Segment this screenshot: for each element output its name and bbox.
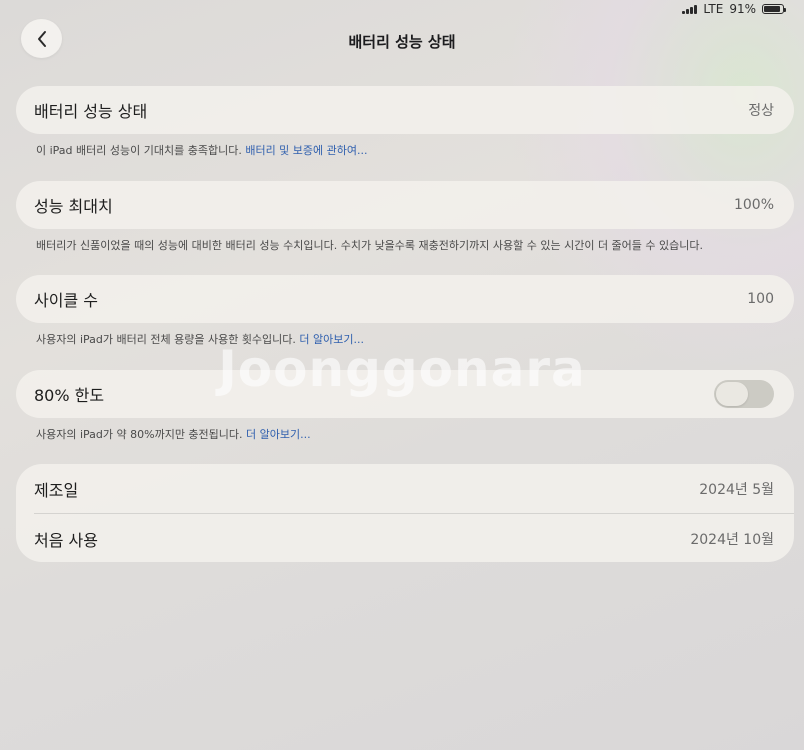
dates-group: 제조일 2024년 5월 처음 사용 2024년 10월 [16,464,794,562]
first-use-label: 처음 사용 [34,530,98,550]
cycle-count-row: 사이클 수 100 [16,275,794,323]
max-capacity-label: 성능 최대치 [34,197,113,216]
max-capacity-footnote: 배터리가 신품이었을 때의 성능에 대비한 배터리 성능 수치입니다. 수치가 … [36,239,704,252]
max-capacity-row: 성능 최대치 100% [16,181,794,229]
manufacture-date-label: 제조일 [34,480,79,500]
status-bar: LTE 91% [682,2,786,16]
max-capacity-value: 100% [733,197,774,213]
network-type: LTE [703,2,724,16]
battery-icon [762,4,786,14]
cycle-count-footnote-text: 사용자의 iPad가 배터리 전체 용량을 사용한 횟수입니다. [36,333,296,346]
limit-80-footnote: 사용자의 iPad가 약 80%까지만 충전됩니다. 더 알아보기... [36,426,311,442]
battery-health-row: 배터리 성능 상태 정상 [16,86,794,134]
battery-warranty-link[interactable]: 배터리 및 보증에 관하여... [245,144,367,157]
limit-80-toggle[interactable] [714,380,774,408]
limit-80-footnote-text: 사용자의 iPad가 약 80%까지만 충전됩니다. [36,428,243,441]
cycle-count-learn-more-link[interactable]: 더 알아보기... [299,333,364,346]
limit-80-row: 80% 한도 [16,370,794,418]
first-use-value: 2024년 10월 [690,531,774,548]
cycle-count-value: 100 [747,291,774,307]
manufacture-date-row: 제조일 2024년 5월 [16,464,794,513]
page-title: 배터리 성능 상태 [348,33,456,51]
cellular-signal-icon [682,4,698,14]
manufacture-date-value: 2024년 5월 [699,481,774,498]
battery-health-footnote-text: 이 iPad 배터리 성능이 기대치를 충족합니다. [36,144,242,157]
toggle-knob [716,382,748,406]
cycle-count-label: 사이클 수 [34,291,98,310]
battery-health-label: 배터리 성능 상태 [34,102,148,121]
cycle-count-footnote: 사용자의 iPad가 배터리 전체 용량을 사용한 횟수입니다. 더 알아보기.… [36,331,364,347]
limit-80-label: 80% 한도 [34,386,105,405]
battery-health-value: 정상 [748,103,774,119]
limit-80-learn-more-link[interactable]: 더 알아보기... [246,428,311,441]
first-use-row: 처음 사용 2024년 10월 [16,514,794,563]
battery-health-footnote: 이 iPad 배터리 성능이 기대치를 충족합니다. 배터리 및 보증에 관하여… [36,142,368,158]
battery-percent: 91% [729,2,756,16]
